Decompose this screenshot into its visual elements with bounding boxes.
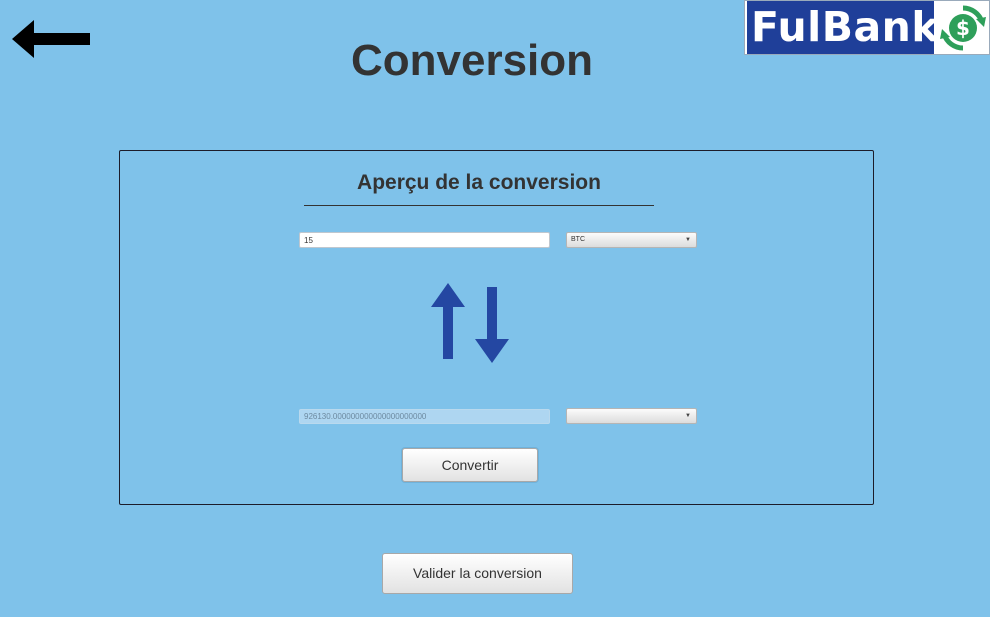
validate-conversion-button[interactable]: Valider la conversion <box>382 553 573 594</box>
svg-text:$: $ <box>956 16 970 40</box>
chevron-down-icon: ▼ <box>685 413 691 419</box>
conversion-preview-panel: Aperçu de la conversion BTC ▼ ▼ Converti… <box>119 150 874 505</box>
amount-input[interactable] <box>299 232 550 248</box>
from-currency-value: BTC <box>571 236 585 243</box>
convert-button[interactable]: Convertir <box>402 448 538 482</box>
title-divider <box>304 205 654 206</box>
to-currency-select[interactable]: ▼ <box>566 408 697 424</box>
dollar-cycle-icon: $ <box>940 5 986 51</box>
chevron-down-icon: ▼ <box>685 237 691 243</box>
from-currency-select[interactable]: BTC ▼ <box>566 232 697 248</box>
panel-title: Aperçu de la conversion <box>357 171 601 194</box>
swap-vertical-arrows-icon <box>431 283 509 363</box>
page-title: Conversion <box>350 36 594 85</box>
converted-amount-field[interactable] <box>299 409 550 424</box>
